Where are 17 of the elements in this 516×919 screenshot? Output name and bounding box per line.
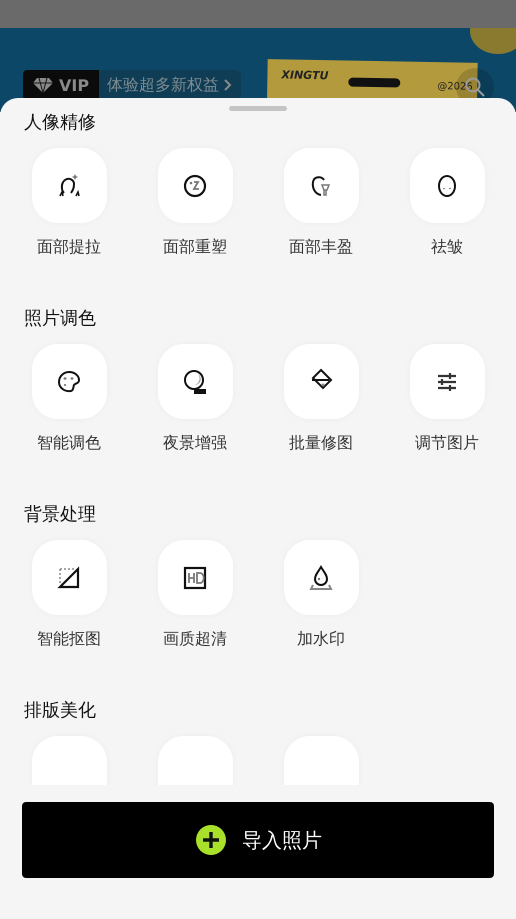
tool-label: 智能抠图 <box>37 628 101 650</box>
section-title: 排版美化 <box>23 699 97 723</box>
tool-label: 批量修图 <box>289 432 353 454</box>
tool-label: 画质超清 <box>163 628 227 650</box>
tool-label: 面部提拉 <box>37 236 101 258</box>
tool-label: 夜景增强 <box>163 432 227 454</box>
tool-label: 祛皱 <box>431 236 463 258</box>
section-title: 照片调色 <box>23 307 97 331</box>
tool-label: 调节图片 <box>415 432 479 454</box>
tool-label: 加水印 <box>297 628 345 650</box>
tool-label: 智能调色 <box>37 432 101 454</box>
vip-label: VIP <box>59 76 90 94</box>
card-brand: XINGTU <box>281 68 329 82</box>
section-title: 人像精修 <box>23 111 97 135</box>
tool-label: 面部重塑 <box>163 236 227 258</box>
section-title: 背景处理 <box>23 503 97 527</box>
tool-label: 面部丰盈 <box>289 236 353 258</box>
